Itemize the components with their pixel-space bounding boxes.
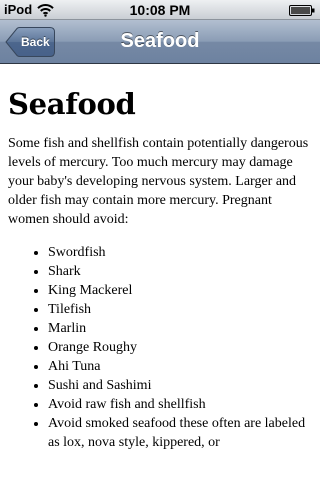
list-item: Marlin xyxy=(48,319,312,338)
list-item: Swordfish xyxy=(48,243,312,262)
list-item: Orange Roughy xyxy=(48,338,312,357)
content-area[interactable]: Seafood Some fish and shellfish contain … xyxy=(0,64,320,480)
list-item: Ahi Tuna xyxy=(48,357,312,376)
avoid-list: Swordfish Shark King Mackerel Tilefish M… xyxy=(8,243,312,452)
navigation-bar: Back Seafood xyxy=(0,20,320,64)
intro-paragraph: Some fish and shellfish contain potentia… xyxy=(8,136,309,227)
list-item: Shark xyxy=(48,262,312,281)
list-item: Sushi and Sashimi xyxy=(48,376,312,395)
list-item: Tilefish xyxy=(48,300,312,319)
list-item: Avoid raw fish and shellfish xyxy=(48,395,312,414)
list-item: Avoid smoked seafood these often are lab… xyxy=(48,414,312,452)
back-button[interactable]: Back xyxy=(5,27,55,57)
back-button-label: Back xyxy=(21,35,50,49)
battery-icon xyxy=(289,5,315,16)
status-bar: iPod 10:08 PM xyxy=(0,0,320,20)
list-item: King Mackerel xyxy=(48,281,312,300)
nav-title: Seafood xyxy=(120,30,200,52)
page-title: Seafood xyxy=(8,87,136,121)
status-time: 10:08 PM xyxy=(129,2,191,18)
